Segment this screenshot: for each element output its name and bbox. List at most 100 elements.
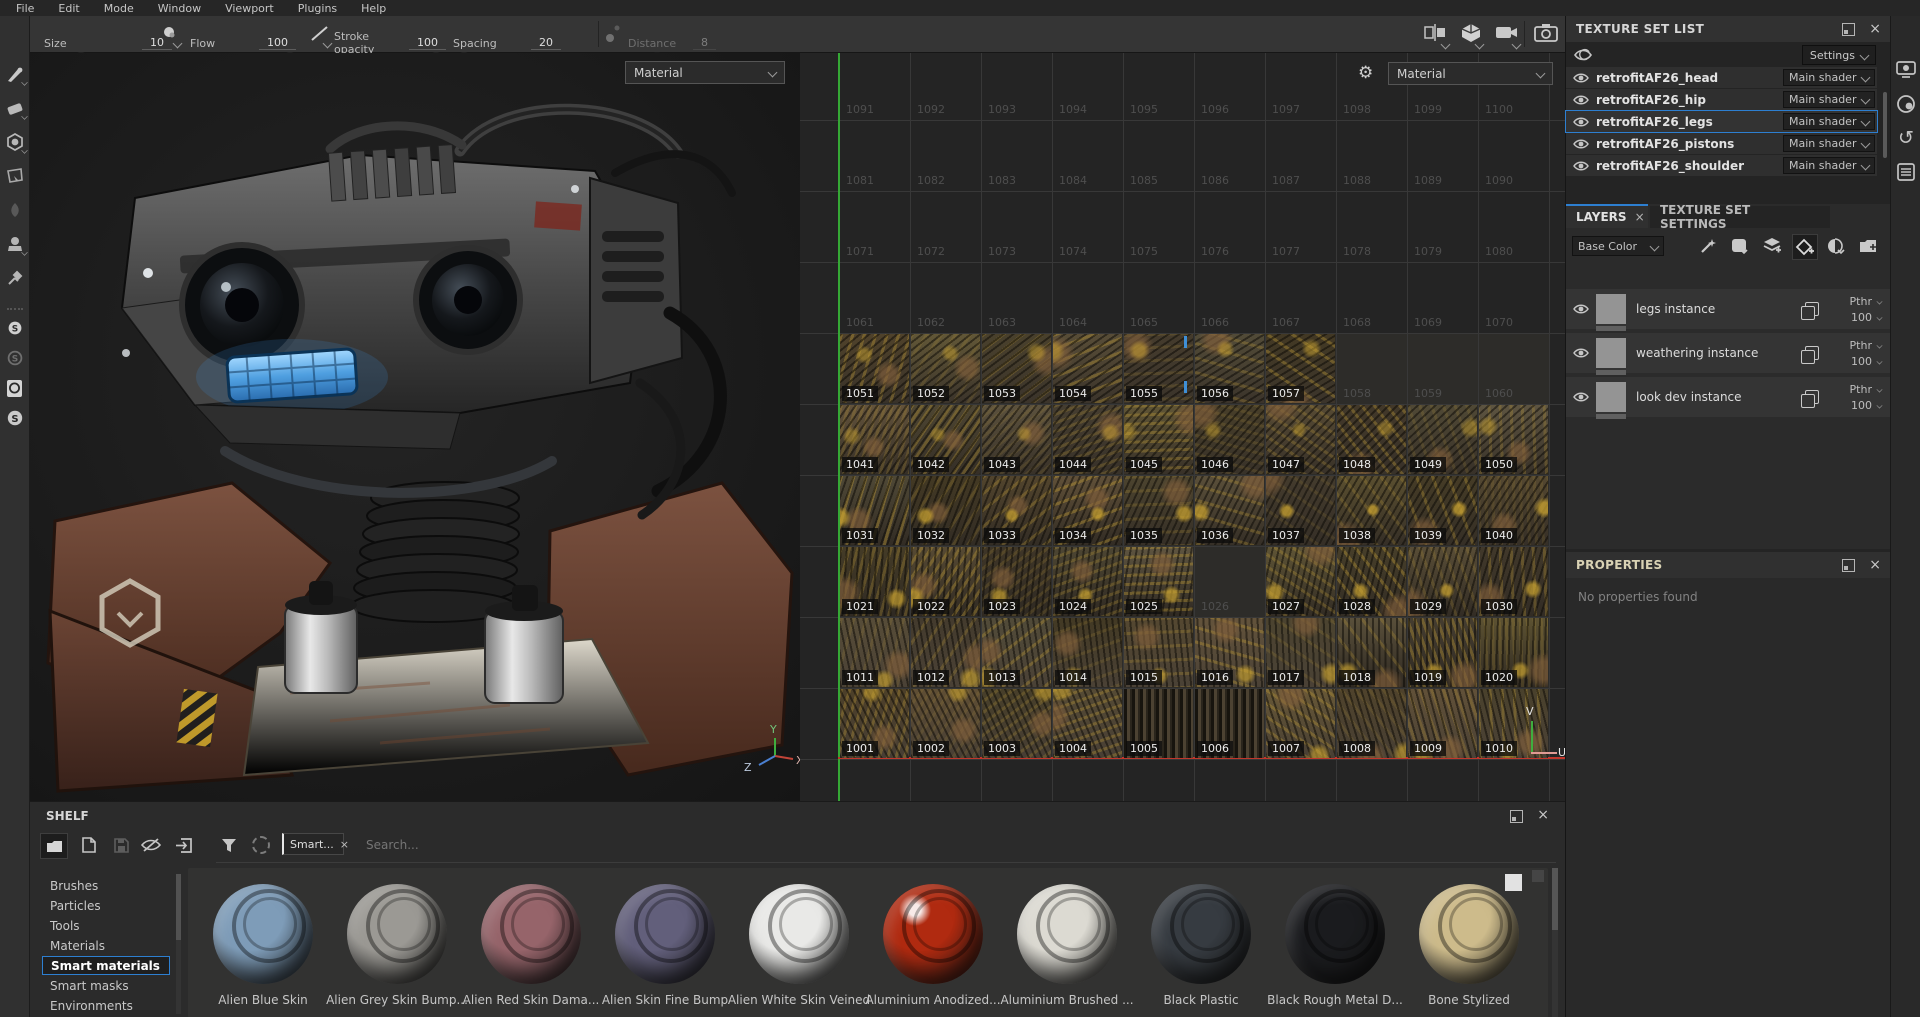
add-folder-icon[interactable] (1856, 234, 1880, 258)
shader-mode-dropdown-3d[interactable]: Material (625, 61, 785, 84)
layer-blend-mode[interactable]: Pthr (1850, 383, 1883, 396)
camera-chevron-icon[interactable] (1512, 40, 1522, 50)
visibility-eye-icon[interactable] (1566, 94, 1596, 106)
properties-close-icon[interactable]: × (1869, 558, 1881, 572)
material-item[interactable]: Black Rough Metal D... (1268, 868, 1402, 1017)
layer-opacity[interactable]: 100 (1851, 355, 1883, 368)
texture-set-settings-button[interactable]: Settings (1802, 45, 1876, 65)
stroke-preview-icon[interactable] (310, 24, 330, 48)
viewport-2d-uv[interactable]: 1001100210031004100510061007100810091010… (800, 53, 1565, 801)
layer-visibility-eye-icon[interactable] (1566, 303, 1596, 315)
shelf-import-icon[interactable] (170, 833, 196, 857)
filter-loop-icon[interactable] (248, 833, 274, 857)
udim-tile-1010[interactable]: 1010 (1479, 689, 1548, 758)
udim-tile-1009[interactable]: 1009 (1408, 689, 1477, 758)
udim-tile-1015[interactable]: 1015 (1124, 618, 1193, 687)
shelf-popout-icon[interactable] (1510, 810, 1523, 823)
udim-tile-1005[interactable]: 1005 (1124, 689, 1193, 758)
polygon-fill-tool[interactable] (2, 163, 28, 189)
add-layer-icon[interactable] (1760, 234, 1784, 258)
channel-dropdown[interactable]: Base Color (1572, 236, 1664, 256)
material-item[interactable]: Aluminium Anodized... (866, 868, 1000, 1017)
udim-tile-1051[interactable]: 1051 (840, 334, 909, 403)
shader-mode-dropdown-2d[interactable]: Material (1388, 62, 1553, 85)
tab-layers[interactable]: LAYERS × (1566, 206, 1648, 228)
slider-value-field[interactable]: 8 (693, 36, 716, 50)
texture-set-row[interactable]: retrofitAF26_legsMain shader (1566, 111, 1877, 132)
log-icon[interactable] (1894, 160, 1918, 184)
texture-set-row[interactable]: retrofitAF26_hipMain shader (1566, 89, 1877, 110)
split-view-chevron-icon[interactable] (1441, 40, 1451, 50)
udim-tile-1045[interactable]: 1045 (1124, 405, 1193, 474)
layer-opacity[interactable]: 100 (1851, 311, 1883, 324)
udim-tile-1017[interactable]: 1017 (1266, 618, 1335, 687)
tab-layers-close-icon[interactable]: × (1635, 210, 1645, 224)
udim-tile-1041[interactable]: 1041 (840, 405, 909, 474)
filter-tag-remove-icon[interactable]: × (340, 838, 349, 851)
material-picker-tool[interactable] (2, 265, 28, 291)
slider-value-field[interactable]: 100 (409, 36, 446, 50)
udim-tile-1019[interactable]: 1019 (1408, 618, 1477, 687)
udim-tile-1020[interactable]: 1020 (1479, 618, 1548, 687)
smudge-tool[interactable] (2, 197, 28, 223)
toggle-all-visibility-icon[interactable] (1574, 47, 1592, 67)
visibility-eye-icon[interactable] (1566, 138, 1596, 150)
material-item[interactable]: Aluminium Brushed ... (1000, 868, 1134, 1017)
udim-tile-1003[interactable]: 1003 (982, 689, 1051, 758)
display-settings-icon[interactable] (1894, 58, 1918, 82)
udim-tile-1037[interactable]: 1037 (1266, 476, 1335, 545)
udim-tile-1053[interactable]: 1053 (982, 334, 1051, 403)
3d-view-cube-icon[interactable] (1460, 23, 1482, 47)
udim-tile-1040[interactable]: 1040 (1479, 476, 1548, 545)
udim-tile-1054[interactable]: 1054 (1053, 334, 1122, 403)
visibility-eye-icon[interactable] (1566, 116, 1596, 128)
udim-tile-1006[interactable]: 1006 (1195, 689, 1264, 758)
shelf-category-brushes[interactable]: Brushes (42, 876, 170, 895)
layer-row[interactable]: weathering instancePthr 100 (1566, 333, 1891, 373)
particles-resource-icon[interactable]: S (2, 315, 28, 341)
brush-tip-preview-icon[interactable] (160, 24, 180, 48)
shelf-new-resource-icon[interactable] (76, 833, 102, 857)
material-item[interactable]: Alien Grey Skin Bump... (330, 868, 464, 1017)
material-item[interactable]: Alien White Skin Veined (732, 868, 866, 1017)
texture-set-row[interactable]: retrofitAF26_headMain shader (1566, 67, 1877, 88)
udim-tile-1031[interactable]: 1031 (840, 476, 909, 545)
add-mask-icon[interactable] (1824, 234, 1848, 258)
udim-tile-1021[interactable]: 1021 (840, 547, 909, 616)
shader-assign-dropdown[interactable]: Main shader (1783, 135, 1875, 152)
menu-window[interactable]: Window (146, 2, 213, 15)
tab-texture-set-settings[interactable]: TEXTURE SET SETTINGS (1650, 206, 1830, 228)
shelf-close-icon[interactable]: × (1537, 808, 1549, 822)
cube-chevron-icon[interactable] (1475, 40, 1485, 50)
paint-brush-tool[interactable] (2, 61, 28, 87)
layer-visibility-eye-icon[interactable] (1566, 347, 1596, 359)
material-item[interactable]: Black Plastic (1134, 868, 1268, 1017)
split-view-mode-icon[interactable] (1424, 24, 1448, 46)
layer-visibility-eye-icon[interactable] (1566, 391, 1596, 403)
udim-tile-1050[interactable]: 1050 (1479, 405, 1548, 474)
udim-tile-1025[interactable]: 1025 (1124, 547, 1193, 616)
udim-tile-1028[interactable]: 1028 (1337, 547, 1406, 616)
layer-blend-mode[interactable]: Pthr (1850, 295, 1883, 308)
udim-tile-1035[interactable]: 1035 (1124, 476, 1193, 545)
projection-tool[interactable] (2, 129, 28, 155)
layer-thumbnail[interactable] (1596, 294, 1626, 324)
texture-set-list-popout-icon[interactable] (1842, 23, 1855, 36)
udim-tile-1011[interactable]: 1011 (840, 618, 909, 687)
udim-tile-1032[interactable]: 1032 (911, 476, 980, 545)
projection-tool-chevron-icon[interactable] (21, 147, 27, 153)
texture-set-scrollbar[interactable] (1883, 92, 1887, 158)
slider-value-field[interactable]: 20 (531, 36, 561, 50)
layer-thumbnail[interactable] (1596, 382, 1626, 412)
udim-tile-1043[interactable]: 1043 (982, 405, 1051, 474)
paint-brush-tool-chevron-icon[interactable] (21, 79, 27, 85)
udim-tile-1033[interactable]: 1033 (982, 476, 1051, 545)
udim-tile-1036[interactable]: 1036 (1195, 476, 1264, 545)
history-icon[interactable]: ↺ (1894, 126, 1918, 150)
shelf-scrollbar[interactable] (1552, 868, 1558, 1017)
shader-settings-icon[interactable] (1894, 92, 1918, 116)
shelf-category-smart-materials[interactable]: Smart materials (42, 956, 170, 975)
shelf-category-smart-masks[interactable]: Smart masks (42, 976, 170, 995)
visibility-eye-icon[interactable] (1566, 160, 1596, 172)
layer-row[interactable]: look dev instancePthr 100 (1566, 377, 1891, 417)
